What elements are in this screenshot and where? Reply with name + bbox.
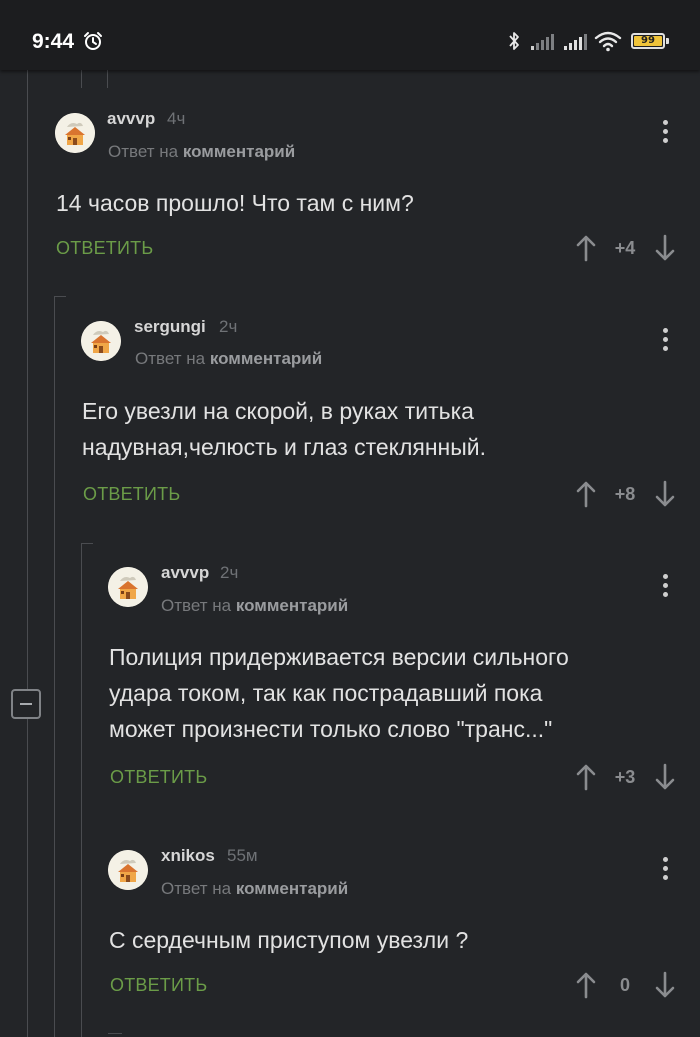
- vote-up-icon[interactable]: [576, 971, 596, 999]
- reply-button[interactable]: ОТВЕТИТЬ: [83, 484, 180, 505]
- comment-time: 2ч: [220, 563, 239, 582]
- reply-to[interactable]: Ответ на комментарий: [161, 879, 348, 899]
- comment-text: Полиция придерживается версии сильного у…: [109, 639, 689, 747]
- reply-to-prefix: Ответ на: [161, 879, 232, 898]
- comment-rating: 0: [619, 975, 630, 995]
- comment-text-line: может произнести только слово "транс...": [109, 716, 553, 742]
- thread-line-upper-1: [81, 70, 82, 88]
- comment-text: С сердечным приступом увезли ?: [109, 922, 689, 958]
- alarm-icon: [84, 32, 102, 50]
- reply-to-prefix: Ответ на: [161, 596, 232, 615]
- collapse-thread-button[interactable]: [11, 689, 41, 719]
- signal-2-icon: [564, 34, 587, 50]
- more-options-icon[interactable]: [660, 857, 670, 885]
- avatar-house-icon: [55, 113, 95, 153]
- vote-down-icon[interactable]: [655, 480, 675, 508]
- vote-down-icon[interactable]: [655, 971, 675, 999]
- vote-up-icon[interactable]: [576, 763, 596, 791]
- comment-text-line: 14 часов прошло! Что там с ним?: [56, 190, 414, 216]
- comment-time: 55м: [227, 846, 258, 865]
- reply-to-target[interactable]: комментарий: [210, 349, 322, 368]
- battery-icon: 99: [631, 33, 665, 49]
- comment-text-line: Полиция придерживается версии сильного: [109, 644, 569, 670]
- battery-level: 99: [634, 36, 662, 46]
- comment-text-line: удара током, так как пострадавший пока: [109, 680, 543, 706]
- avatar[interactable]: [108, 567, 148, 607]
- comment-text: Его увезли на скорой, в руках титька над…: [82, 393, 682, 465]
- vote-down-icon[interactable]: [655, 234, 675, 262]
- more-options-icon[interactable]: [660, 328, 670, 356]
- comment-author[interactable]: avvvp: [161, 563, 209, 583]
- comment-rating: +3: [614, 767, 636, 787]
- comment-text: 14 часов прошло! Что там с ним?: [56, 185, 676, 221]
- comment-time: 2ч: [219, 317, 238, 336]
- avatar-house-icon: [81, 321, 121, 361]
- avatar-house-icon: [108, 567, 148, 607]
- comment-author[interactable]: avvvp: [107, 109, 155, 129]
- thread-line-upper-2: [107, 70, 108, 88]
- reply-to-target[interactable]: комментарий: [236, 596, 348, 615]
- thread-tick-level-2: [81, 543, 93, 544]
- comment-time: 4ч: [167, 109, 186, 128]
- vote-down-icon[interactable]: [655, 763, 675, 791]
- vote-up-icon[interactable]: [576, 480, 596, 508]
- comment-rating: +4: [614, 238, 636, 258]
- reply-to-target[interactable]: комментарий: [183, 142, 295, 161]
- more-options-icon[interactable]: [660, 574, 670, 602]
- reply-button[interactable]: ОТВЕТИТЬ: [110, 767, 207, 788]
- comment-rating: +8: [614, 484, 636, 504]
- reply-button[interactable]: ОТВЕТИТЬ: [56, 238, 153, 259]
- thread-tick-level-1: [54, 296, 66, 297]
- comment-text-line: надувная,челюсть и глаз стеклянный.: [82, 434, 487, 460]
- status-bar: 9:44 99: [0, 0, 700, 70]
- reply-to[interactable]: Ответ на комментарий: [108, 142, 295, 162]
- signal-1-icon: [531, 34, 554, 50]
- reply-to[interactable]: Ответ на комментарий: [135, 349, 322, 369]
- avatar[interactable]: [108, 850, 148, 890]
- thread-tick-bottom: [108, 1033, 122, 1034]
- thread-line-level-1: [54, 296, 55, 1037]
- battery-tip: [666, 38, 669, 44]
- wifi-icon: [594, 31, 622, 52]
- thread-line-root-lower: [27, 719, 28, 1037]
- vote-up-icon[interactable]: [576, 234, 596, 262]
- bluetooth-icon: [509, 32, 519, 50]
- reply-to-target[interactable]: комментарий: [236, 879, 348, 898]
- reply-to-prefix: Ответ на: [135, 349, 206, 368]
- avatar[interactable]: [55, 113, 95, 153]
- more-options-icon[interactable]: [660, 120, 670, 148]
- thread-line-level-2: [81, 543, 82, 1037]
- comment-text-line: С сердечным приступом увезли ?: [109, 927, 469, 953]
- reply-to-prefix: Ответ на: [108, 142, 179, 161]
- avatar-house-icon: [108, 850, 148, 890]
- comment-author[interactable]: xnikos: [161, 846, 215, 866]
- comment-author[interactable]: sergungi: [134, 317, 206, 337]
- avatar[interactable]: [81, 321, 121, 361]
- status-time: 9:44: [32, 30, 75, 53]
- thread-line-root: [27, 70, 28, 690]
- reply-button[interactable]: ОТВЕТИТЬ: [110, 975, 207, 996]
- reply-to[interactable]: Ответ на комментарий: [161, 596, 348, 616]
- comment-text-line: Его увезли на скорой, в руках титька: [82, 398, 474, 424]
